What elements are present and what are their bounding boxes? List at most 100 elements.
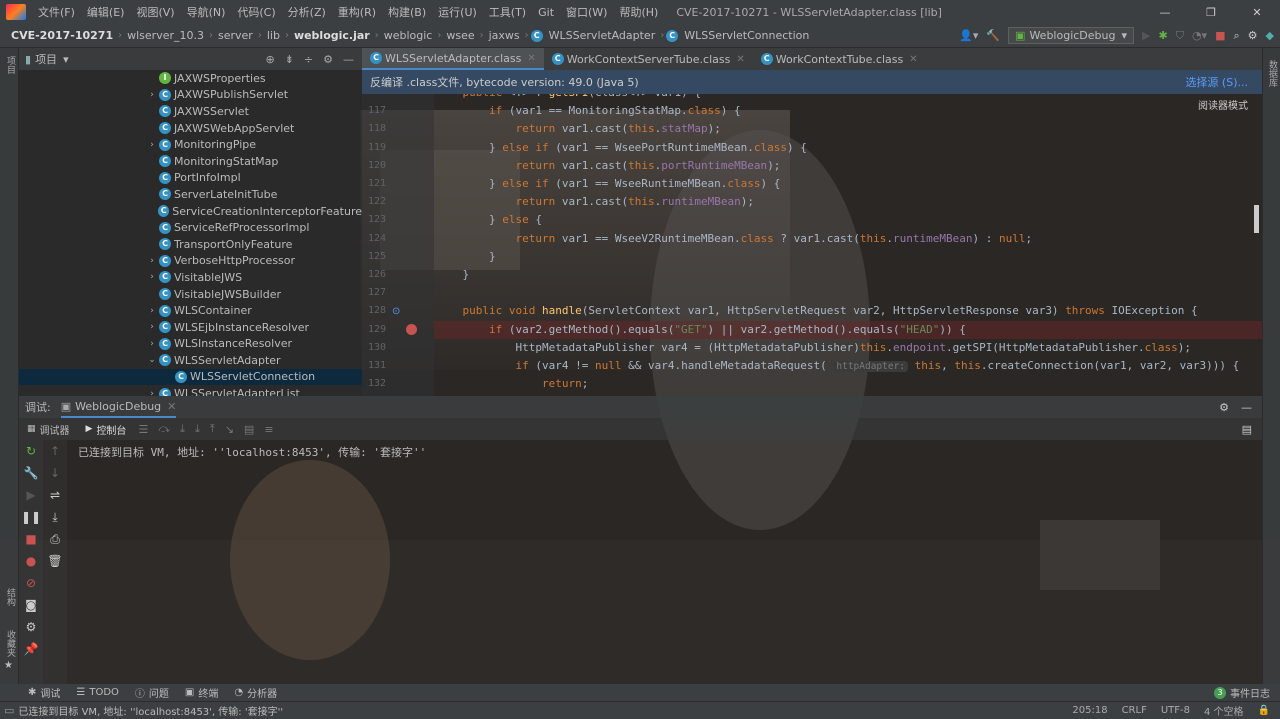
more-icon[interactable]: ≡ [264, 423, 273, 436]
indent-setting[interactable]: 4 个空格 [1204, 703, 1244, 718]
breadcrumb-item[interactable]: server [215, 29, 256, 42]
tree-node[interactable]: › C WLSEjbInstanceResolver [19, 319, 362, 336]
editor-tab[interactable]: C WLSServletAdapter.class ✕ [362, 48, 544, 70]
pin-icon[interactable]: 📌 [19, 638, 43, 660]
step-into-icon[interactable]: ⤓ [180, 422, 185, 436]
tree-node[interactable]: I JAXWSProperties [19, 70, 362, 87]
breadcrumb-item[interactable]: weblogic.jar [291, 29, 373, 42]
gear-icon[interactable]: ⚙ [323, 53, 333, 66]
close-icon[interactable]: ✕ [527, 53, 535, 64]
tool-tab[interactable]: ◔ 分析器 [226, 685, 285, 700]
debug-session-tab[interactable]: ▣ WeblogicDebug ✕ [60, 396, 177, 418]
tree-node[interactable]: › C WLSInstanceResolver [19, 336, 362, 353]
debug-icon[interactable]: ✱ [1158, 29, 1167, 42]
tool-tab[interactable]: ▣ 终端 [177, 685, 226, 700]
cursor-position[interactable]: 205:18 [1072, 705, 1107, 716]
tool-tab[interactable]: ✱ 调试 [20, 685, 68, 700]
print-icon[interactable]: ⎙ [43, 528, 67, 550]
tree-node[interactable]: › C MonitoringPipe [19, 136, 362, 153]
choose-source-link[interactable]: 选择源 (S)... [1185, 74, 1248, 90]
favorites-tool-tab[interactable]: 收藏夹 [4, 630, 17, 657]
collapse-all-icon[interactable]: ⇟ [285, 53, 294, 66]
settings-gear-icon[interactable]: ⚙ [19, 616, 43, 638]
event-log-button[interactable]: 3 事件日志 [1214, 685, 1270, 700]
breadcrumb-item[interactable]: wlserver_10.3 [124, 29, 207, 42]
menu-item[interactable]: 视图(V) [130, 4, 180, 20]
down-arrow-icon[interactable]: ↓ [43, 462, 67, 484]
trash-icon[interactable]: 🗑 [43, 550, 67, 572]
tool-tab[interactable]: ⓘ 问题 [127, 685, 177, 700]
database-tool-tab[interactable]: 数据库 [1266, 60, 1279, 87]
status-layout-icon[interactable]: ▭ [0, 704, 18, 717]
view-breakpoints-icon[interactable]: ● [19, 550, 43, 572]
tree-node[interactable]: › C JAXWSPublishServlet [19, 87, 362, 104]
layout-icon[interactable]: ▤ [1242, 423, 1252, 436]
breadcrumb-item[interactable]: lib [264, 29, 283, 42]
evaluate-icon[interactable]: ▤ [244, 423, 254, 436]
editor-scrollbar[interactable] [1254, 205, 1259, 233]
menu-icon[interactable]: ☰ [138, 423, 148, 436]
breadcrumb-item[interactable]: WLSServletConnection [681, 29, 812, 42]
snapshot-camera-icon[interactable]: ◙ [19, 594, 43, 616]
menu-item[interactable]: 导航(N) [181, 4, 232, 20]
editor-tab[interactable]: C WorkContextServerTube.class ✕ [544, 48, 753, 70]
user-icon[interactable]: 👤▾ [959, 29, 978, 42]
tree-node[interactable]: › C WLSContainer [19, 302, 362, 319]
project-tool-tab[interactable]: 项目 [4, 56, 17, 74]
build-hammer-icon[interactable]: 🔨 [986, 29, 1000, 42]
stop-icon[interactable]: ■ [19, 528, 43, 550]
force-step-into-icon[interactable]: ⤓ [195, 422, 200, 436]
menu-item[interactable]: 构建(B) [382, 4, 432, 20]
tree-node[interactable]: C TransportOnlyFeature [19, 236, 362, 253]
tree-node[interactable]: C JAXWSWebAppServlet [19, 120, 362, 137]
implements-marker-icon[interactable]: ⊙ [392, 306, 400, 317]
toolbox-icon[interactable]: ◆ [1266, 29, 1274, 42]
step-over-icon[interactable]: ⤼ [158, 422, 170, 436]
breadcrumb-item[interactable]: WLSServletAdapter [546, 29, 659, 42]
settings-wrench-icon[interactable]: 🔧 [19, 462, 43, 484]
hide-icon[interactable]: — [1241, 401, 1252, 414]
tree-node[interactable]: C PortInfoImpl [19, 170, 362, 187]
structure-tool-tab[interactable]: 结构 [4, 588, 17, 606]
menu-item[interactable]: 分析(Z) [282, 4, 332, 20]
mute-breakpoints-icon[interactable]: ⊘ [19, 572, 43, 594]
soft-wrap-icon[interactable]: ⇌ [43, 484, 67, 506]
tree-node[interactable]: C ServiceRefProcessorImpl [19, 219, 362, 236]
tree-node[interactable]: › C VisitableJWS [19, 269, 362, 286]
close-icon[interactable]: ✕ [909, 54, 917, 65]
tree-node[interactable]: C WLSServletConnection [19, 368, 362, 386]
stop-icon[interactable]: ■ [1215, 29, 1225, 42]
profile-icon[interactable]: ◔▾ [1192, 29, 1207, 42]
tree-node[interactable]: C ServiceCreationInterceptorFeature [19, 203, 362, 220]
editor-tab[interactable]: C WorkContextTube.class ✕ [753, 48, 926, 70]
close-icon[interactable]: ✕ [167, 400, 176, 413]
menu-item[interactable]: 重构(R) [332, 4, 382, 20]
run-to-cursor-icon[interactable]: ↘ [225, 423, 234, 436]
search-everywhere-icon[interactable]: ⌕ [1233, 29, 1239, 43]
rerun-icon[interactable]: ↻ [19, 440, 43, 462]
pause-icon[interactable]: ❚❚ [19, 506, 43, 528]
locate-icon[interactable]: ⊕ [265, 53, 274, 66]
menu-item[interactable]: 窗口(W) [560, 4, 613, 20]
coverage-icon[interactable]: ⛉ [1176, 29, 1184, 43]
tree-node[interactable]: C VisitableJWSBuilder [19, 286, 362, 303]
breadcrumb-item[interactable]: CVE-2017-10271 [8, 29, 116, 42]
step-out-icon[interactable]: ⤒ [210, 422, 215, 436]
menu-item[interactable]: 工具(T) [483, 4, 532, 20]
run-config-select[interactable]: ▣ WeblogicDebug ▾ [1008, 27, 1135, 44]
console-output[interactable]: 已连接到目标 VM, 地址: ''localhost:8453', 传输: '套… [78, 444, 426, 460]
breadcrumb-item[interactable]: wsee [443, 29, 477, 42]
minimize-button[interactable]: — [1142, 6, 1188, 19]
file-encoding[interactable]: UTF-8 [1161, 705, 1190, 716]
resume-icon[interactable]: ▶ [19, 484, 43, 506]
close-icon[interactable]: ✕ [736, 54, 744, 65]
tree-node[interactable]: C ServerLateInitTube [19, 186, 362, 203]
settings-gear-icon[interactable]: ⚙ [1248, 29, 1258, 42]
gear-icon[interactable]: ⚙ [1219, 401, 1229, 414]
run-icon[interactable]: ▶ [1142, 29, 1150, 42]
tree-node[interactable]: ⌄ C WLSServletAdapter [19, 352, 362, 369]
tree-node[interactable]: C JAXWSServlet [19, 103, 362, 120]
tab-console[interactable]: ▶ 控制台 [78, 422, 135, 437]
breadcrumb-item[interactable]: weblogic [381, 29, 436, 42]
tree-node[interactable]: › C WLSServletAdapterList [19, 385, 362, 396]
